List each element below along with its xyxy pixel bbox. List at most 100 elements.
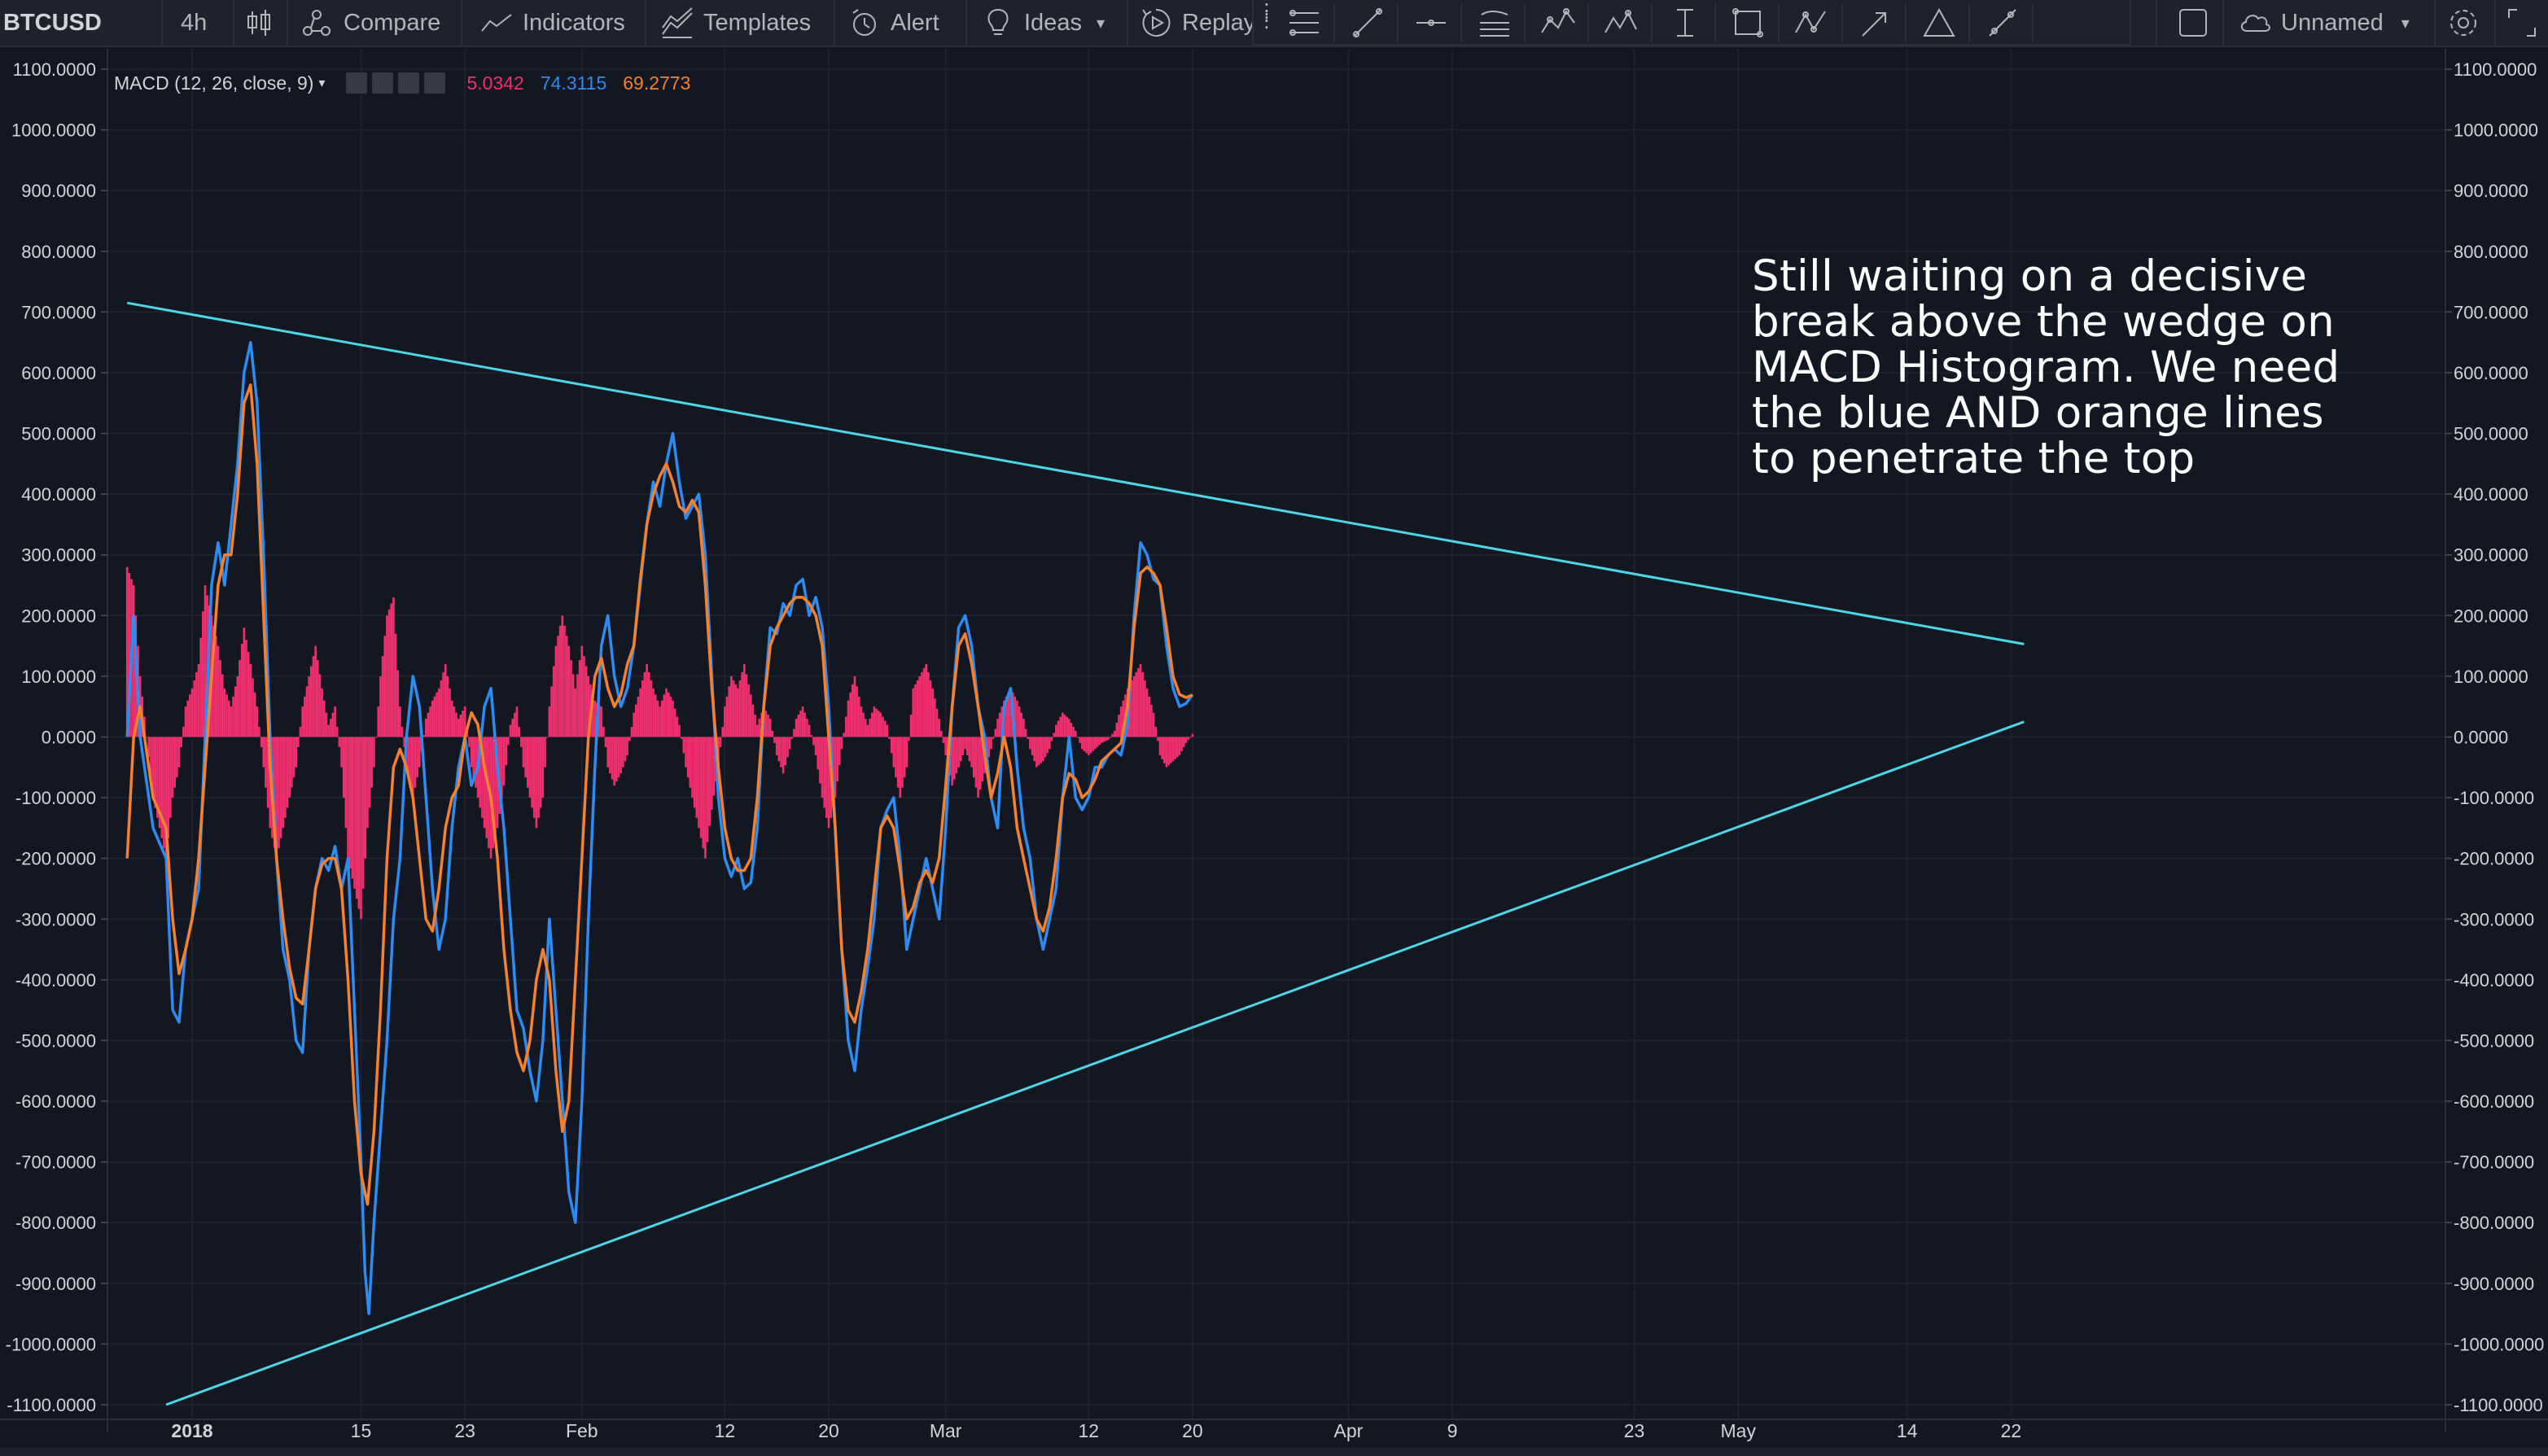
horizontal-line-tool-button[interactable] xyxy=(1402,3,1462,42)
histogram-bar xyxy=(528,737,532,798)
histogram-bar xyxy=(335,727,339,737)
histogram-bar xyxy=(305,686,309,737)
toolbar-divider xyxy=(834,0,835,46)
histogram-bar xyxy=(741,671,743,737)
histogram-bar xyxy=(1187,737,1189,741)
measure-tool-button[interactable] xyxy=(1656,3,1716,42)
histogram-bar xyxy=(1059,716,1062,737)
replay-button[interactable]: Replay xyxy=(1138,0,1260,46)
trend-line-tool-button[interactable] xyxy=(1338,3,1399,42)
histogram-bar xyxy=(399,706,401,737)
chevron-down-icon[interactable]: ▾ xyxy=(318,75,325,91)
elliott-wave-tool-button[interactable] xyxy=(1592,3,1653,42)
histogram-bar xyxy=(532,737,536,818)
abcd-pattern-tool-button[interactable] xyxy=(1783,3,1843,42)
histogram-bar xyxy=(515,706,519,737)
histogram-bar xyxy=(838,737,841,766)
triangle-tool-button[interactable] xyxy=(1910,3,1970,42)
histogram-bar xyxy=(708,737,711,826)
histogram-bar xyxy=(836,737,838,782)
indicators-button[interactable]: Indicators xyxy=(479,0,641,46)
alert-button[interactable]: Alert xyxy=(847,0,969,46)
histogram-bar xyxy=(180,737,182,747)
pattern-icon xyxy=(1541,8,1575,33)
histogram-bar xyxy=(773,737,776,743)
gear-icon[interactable] xyxy=(372,72,394,94)
abcd-pattern-icon xyxy=(1795,11,1826,33)
chart-type-button[interactable] xyxy=(241,0,282,46)
toolbar-divider xyxy=(2222,0,2224,46)
histogram-bar xyxy=(223,688,226,737)
histogram-bar xyxy=(316,660,319,737)
histogram-bar xyxy=(322,700,326,737)
measure-icon xyxy=(1677,9,1693,37)
histogram-bar xyxy=(282,737,285,829)
histogram-bar xyxy=(357,737,361,909)
y-tick-label-right: -200.0000 xyxy=(2454,849,2534,869)
histogram-bar xyxy=(249,663,252,737)
histogram-bar xyxy=(685,737,687,767)
plus-icon[interactable] xyxy=(398,72,420,94)
fullscreen-toggle-button[interactable] xyxy=(2175,0,2216,46)
histogram-bar xyxy=(202,611,204,737)
histogram-bar xyxy=(732,680,735,737)
histogram-bar xyxy=(964,737,966,750)
rectangle-tool-button[interactable] xyxy=(1719,3,1780,42)
histogram-bar xyxy=(507,737,510,745)
pattern-tool-button[interactable] xyxy=(1529,3,1589,42)
close-icon[interactable] xyxy=(424,72,446,94)
chart-pane[interactable]: 1100.0000 1100.0000 1000.0000 1000.0000 900.… xyxy=(0,49,2548,1456)
pitchfork-icon xyxy=(1480,11,1509,37)
histogram-bar xyxy=(429,706,431,737)
chevron-down-icon: ▾ xyxy=(2401,14,2410,33)
histogram-bar xyxy=(554,645,558,737)
histogram-bar xyxy=(786,737,789,758)
horizontal-lines-tool-button[interactable] xyxy=(1275,3,1335,42)
histogram-bar xyxy=(877,711,880,737)
histogram-bar xyxy=(1080,737,1084,750)
histogram-bar xyxy=(1182,737,1185,747)
indicator-legend[interactable]: MACD (12, 26, close, 9) ▾ 5.0342 74.3115… xyxy=(114,70,690,96)
histogram-bar xyxy=(767,715,769,737)
histogram-bar xyxy=(673,708,676,737)
histogram-bar xyxy=(996,719,999,737)
histogram-bar xyxy=(453,706,456,737)
histogram-bar xyxy=(795,719,798,737)
chart-annotation-text[interactable]: Still waiting on a decisive break above … xyxy=(1752,254,2485,482)
save-layout-button[interactable]: Unnamed ▾ xyxy=(2237,0,2424,46)
histogram-bar xyxy=(173,737,177,788)
histogram-bar xyxy=(771,731,774,737)
histogram-bar xyxy=(639,688,641,737)
interval-button[interactable]: 4h xyxy=(181,0,230,46)
histogram-bar xyxy=(994,728,997,737)
histogram-bar xyxy=(236,676,239,737)
expand-button[interactable] xyxy=(2504,0,2545,46)
eye-icon[interactable] xyxy=(346,72,368,94)
histogram-bar xyxy=(318,674,322,737)
histogram-bar xyxy=(728,686,730,737)
drag-handle-icon[interactable]: ⋮ ⋮ xyxy=(1257,2,1276,39)
ideas-button[interactable]: Ideas ▾ xyxy=(980,0,1127,46)
histogram-bar xyxy=(758,719,761,737)
templates-button[interactable]: Templates xyxy=(659,0,830,46)
top-toolbar: BTCUSD 4h Compare Indicators Templates A… xyxy=(0,0,2548,47)
histogram-bar xyxy=(667,692,670,737)
symbol-search-button[interactable]: BTCUSD xyxy=(0,0,147,46)
y-tick-label-left: -300.0000 xyxy=(15,909,96,929)
histogram-bar xyxy=(944,737,947,755)
legend-title: MACD (12, 26, close, 9) xyxy=(114,72,314,94)
pitchfork-tool-button[interactable] xyxy=(1465,3,1526,42)
histogram-bar xyxy=(334,706,336,737)
histogram-bar xyxy=(1016,700,1018,737)
histogram-bar xyxy=(1132,676,1136,737)
compare-button[interactable]: Compare xyxy=(300,0,462,46)
settings-button[interactable] xyxy=(2445,0,2486,46)
histogram-bar xyxy=(693,737,696,808)
histogram-bar xyxy=(935,708,939,737)
ideas-label: Ideas xyxy=(1024,9,1082,36)
histogram-bar xyxy=(860,706,863,737)
histogram-bar xyxy=(176,737,178,778)
path-tool-button[interactable] xyxy=(1973,3,2034,42)
histogram-bar xyxy=(1180,737,1183,751)
arrow-tool-button[interactable] xyxy=(1846,3,1907,42)
